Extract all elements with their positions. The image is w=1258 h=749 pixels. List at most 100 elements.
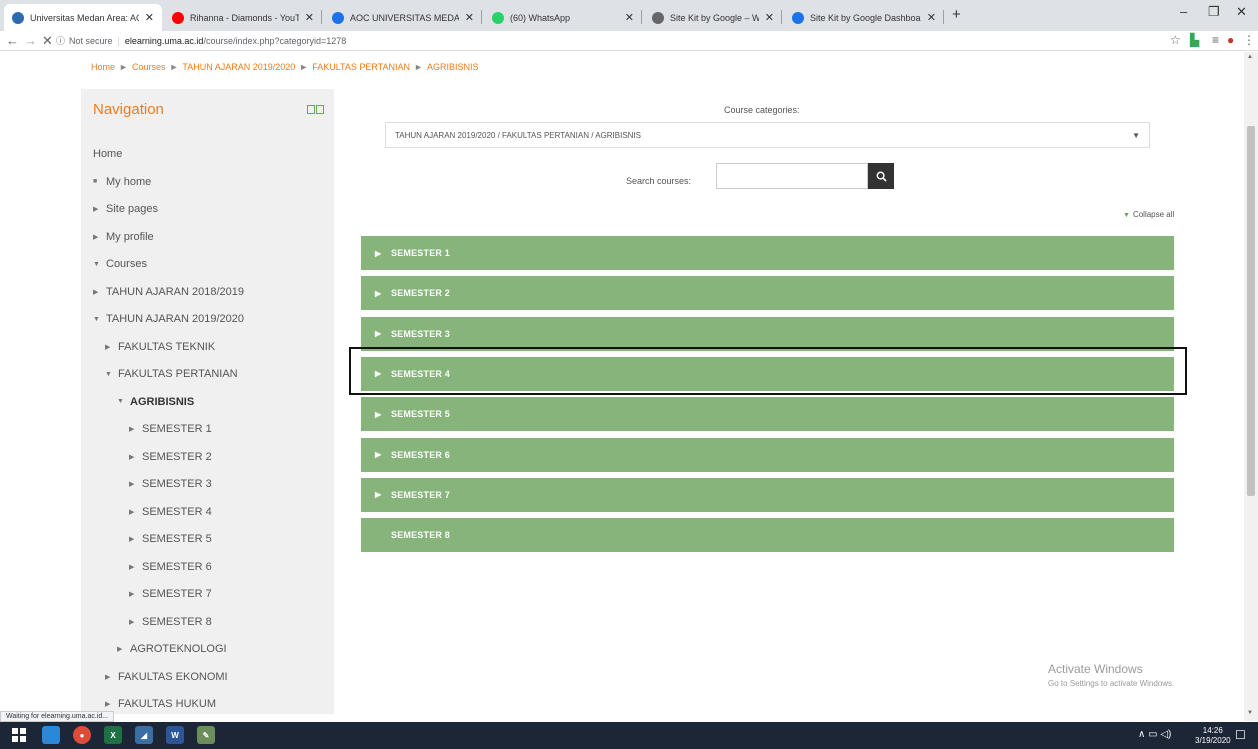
semester-category[interactable]: ▶ SEMESTER 3 — [361, 316, 1174, 351]
expand-arrow-icon: ▶ — [375, 450, 382, 459]
dock-block-icon[interactable] — [307, 105, 324, 114]
nav-item[interactable]: ▶ SEMESTER 3 — [129, 478, 212, 490]
bullet-icon: ■ — [93, 178, 98, 185]
nav-item[interactable]: ▶ FAKULTAS HUKUM — [105, 698, 216, 710]
semester-category[interactable]: ▶ SEMESTER 1 — [361, 236, 1174, 270]
nav-item[interactable]: ▶ SEMESTER 7 — [129, 588, 212, 600]
minimize-icon[interactable]: – — [1180, 4, 1187, 19]
close-window-icon[interactable]: ✕ — [1236, 4, 1247, 20]
browser-tab[interactable]: (60) WhatsApp ✕ — [484, 4, 642, 31]
collapse-all-label: Collapse all — [1132, 210, 1175, 219]
nav-item[interactable]: ▶ SEMESTER 6 — [129, 561, 212, 573]
breadcrumb-link[interactable]: FAKULTAS PERTANIAN — [312, 62, 410, 72]
close-tab-icon[interactable]: ✕ — [765, 11, 774, 24]
browser-tab[interactable]: Rihanna - Diamonds - YouTu ✕ — [164, 4, 322, 31]
nav-item[interactable]: ▶ SEMESTER 5 — [129, 533, 212, 545]
paint-icon[interactable]: ✎ — [197, 726, 215, 744]
scroll-down-icon[interactable]: ▼ — [1247, 710, 1253, 716]
nav-item[interactable]: ▼ FAKULTAS PERTANIAN — [105, 368, 238, 380]
breadcrumb-link[interactable]: TAHUN AJARAN 2019/2020 — [182, 62, 295, 72]
nav-item[interactable]: ▶ FAKULTAS TEKNIK — [105, 341, 215, 353]
nav-item[interactable]: ▶ AGROTEKNOLOGI — [117, 643, 227, 655]
course-categories-select[interactable]: TAHUN AJARAN 2019/2020 / FAKULTAS PERTAN… — [385, 122, 1150, 148]
scrollbar-thumb[interactable] — [1247, 126, 1255, 496]
chrome-icon[interactable]: ● — [73, 726, 91, 744]
word-icon[interactable]: W — [166, 726, 184, 744]
nav-item-label: FAKULTAS EKONOMI — [118, 670, 228, 683]
collapsed-arrow-icon: ▶ — [105, 701, 111, 708]
info-icon[interactable]: ⓘ — [56, 34, 65, 47]
nav-item-label: SEMESTER 4 — [142, 505, 212, 518]
nav-item[interactable]: ▼ Courses — [93, 258, 147, 270]
notifications-icon[interactable]: ☐ — [1235, 728, 1246, 742]
semester-category[interactable]: ▶ SEMESTER 6 — [361, 437, 1174, 472]
browser-tab[interactable]: Site Kit by Google Dashboard ‹ A ✕ — [784, 4, 944, 31]
nav-item[interactable]: ▶ My profile — [93, 231, 154, 243]
semester-category[interactable]: ▶ SEMESTER 2 — [361, 276, 1174, 311]
browser-menu-icon[interactable]: ⋮ — [1243, 33, 1255, 47]
page-scrollbar[interactable]: ▲ ▼ — [1244, 52, 1258, 721]
collapsed-arrow-icon: ▶ — [129, 618, 135, 626]
nav-item[interactable]: ▼ TAHUN AJARAN 2019/2020 — [93, 313, 244, 325]
nav-item[interactable]: ▶ Site pages — [93, 203, 158, 215]
forward-icon[interactable]: → — [24, 33, 37, 48]
back-icon[interactable]: ← — [6, 33, 19, 48]
close-tab-icon[interactable]: ✕ — [927, 11, 936, 24]
search-courses-input[interactable] — [716, 163, 868, 189]
close-tab-icon[interactable]: ✕ — [465, 11, 474, 24]
browser-status-bar: Waiting for elearning.uma.ac.id... — [0, 711, 115, 722]
close-tab-icon[interactable]: ✕ — [625, 11, 634, 24]
windows-start-icon[interactable] — [10, 726, 28, 744]
search-courses-label: Search courses: — [626, 176, 692, 186]
course-categories-label: Course categories: — [724, 105, 800, 115]
semester-category[interactable]: ▶ SEMESTER 7 — [361, 477, 1174, 512]
nav-item[interactable]: ▶ SEMESTER 8 — [129, 616, 212, 628]
collapsed-arrow-icon: ▶ — [129, 536, 135, 543]
nav-item[interactable]: ■ My home — [93, 176, 151, 188]
navigation-block: Navigation Home ■ My home ▶ Site pages ▶ My pr… — [81, 89, 334, 714]
extension-icon[interactable]: ▙ — [1190, 33, 1199, 47]
nav-item[interactable]: ▶ SEMESTER 4 — [129, 506, 212, 518]
excel-icon[interactable]: X — [104, 726, 122, 744]
browser-tab[interactable]: Universitas Medan Area: AGRIBIS ✕ — [4, 4, 162, 31]
taskbar-clock[interactable]: 14:26 3/19/2020 — [1195, 726, 1231, 746]
nav-item[interactable]: Home — [93, 148, 122, 160]
nav-item-label: Site pages — [106, 203, 158, 215]
collapse-all-link[interactable]: ▼ Collapse all — [1123, 210, 1174, 219]
nav-item[interactable]: ▼ AGRIBISNIS — [117, 396, 194, 408]
semester-category[interactable]: SEMESTER 8 — [361, 518, 1174, 553]
scroll-up-icon[interactable]: ▲ — [1247, 54, 1253, 60]
file-explorer-icon[interactable] — [42, 726, 60, 744]
restore-icon[interactable]: ❐ — [1208, 4, 1220, 20]
activate-windows-title: Activate Windows — [1048, 662, 1143, 676]
stop-loading-icon[interactable]: ✕ — [42, 33, 53, 49]
nav-item[interactable]: ▶ FAKULTAS EKONOMI — [105, 671, 228, 683]
breadcrumb-link[interactable]: Courses — [132, 62, 166, 72]
app-icon[interactable]: ◢ — [135, 726, 153, 744]
expanded-arrow-icon: ▼ — [105, 370, 112, 378]
close-tab-icon[interactable]: ✕ — [145, 11, 154, 24]
url-field[interactable]: ⓘ Not secure | elearning.uma.ac.id /cour… — [56, 32, 346, 49]
semester-category[interactable]: ▶ SEMESTER 5 — [361, 397, 1174, 432]
profile-avatar-icon[interactable]: ● — [1227, 33, 1234, 47]
nav-item-label: FAKULTAS PERTANIAN — [118, 368, 238, 380]
media-queue-icon[interactable]: ≡ — [1212, 33, 1219, 47]
breadcrumb-link[interactable]: AGRIBISNIS — [427, 62, 479, 72]
semester-category-label: SEMESTER 5 — [391, 409, 451, 420]
breadcrumb-link[interactable]: Home — [91, 62, 115, 72]
url-host: elearning.uma.ac.id — [124, 35, 204, 46]
nav-item[interactable]: ▶ SEMESTER 2 — [129, 451, 212, 463]
new-tab-button[interactable]: + — [952, 6, 961, 23]
globe-icon — [792, 11, 804, 24]
collapsed-arrow-icon: ▶ — [93, 288, 99, 296]
nav-item[interactable]: ▶ SEMESTER 1 — [129, 423, 212, 435]
system-tray-icons[interactable]: ∧ ▭ ◁) — [1138, 729, 1171, 740]
bookmark-star-icon[interactable]: ☆ — [1170, 33, 1181, 47]
collapsed-arrow-icon: ▶ — [129, 453, 135, 461]
nav-item-label: SEMESTER 2 — [142, 450, 212, 463]
search-button[interactable] — [868, 163, 894, 189]
close-tab-icon[interactable]: ✕ — [305, 11, 314, 24]
nav-item[interactable]: ▶ TAHUN AJARAN 2018/2019 — [93, 286, 244, 298]
browser-tab[interactable]: Site Kit by Google – WordPress p ✕ — [644, 4, 782, 31]
browser-tab[interactable]: AOC UNIVERSITAS MEDAN AREA ✕ — [324, 4, 482, 31]
